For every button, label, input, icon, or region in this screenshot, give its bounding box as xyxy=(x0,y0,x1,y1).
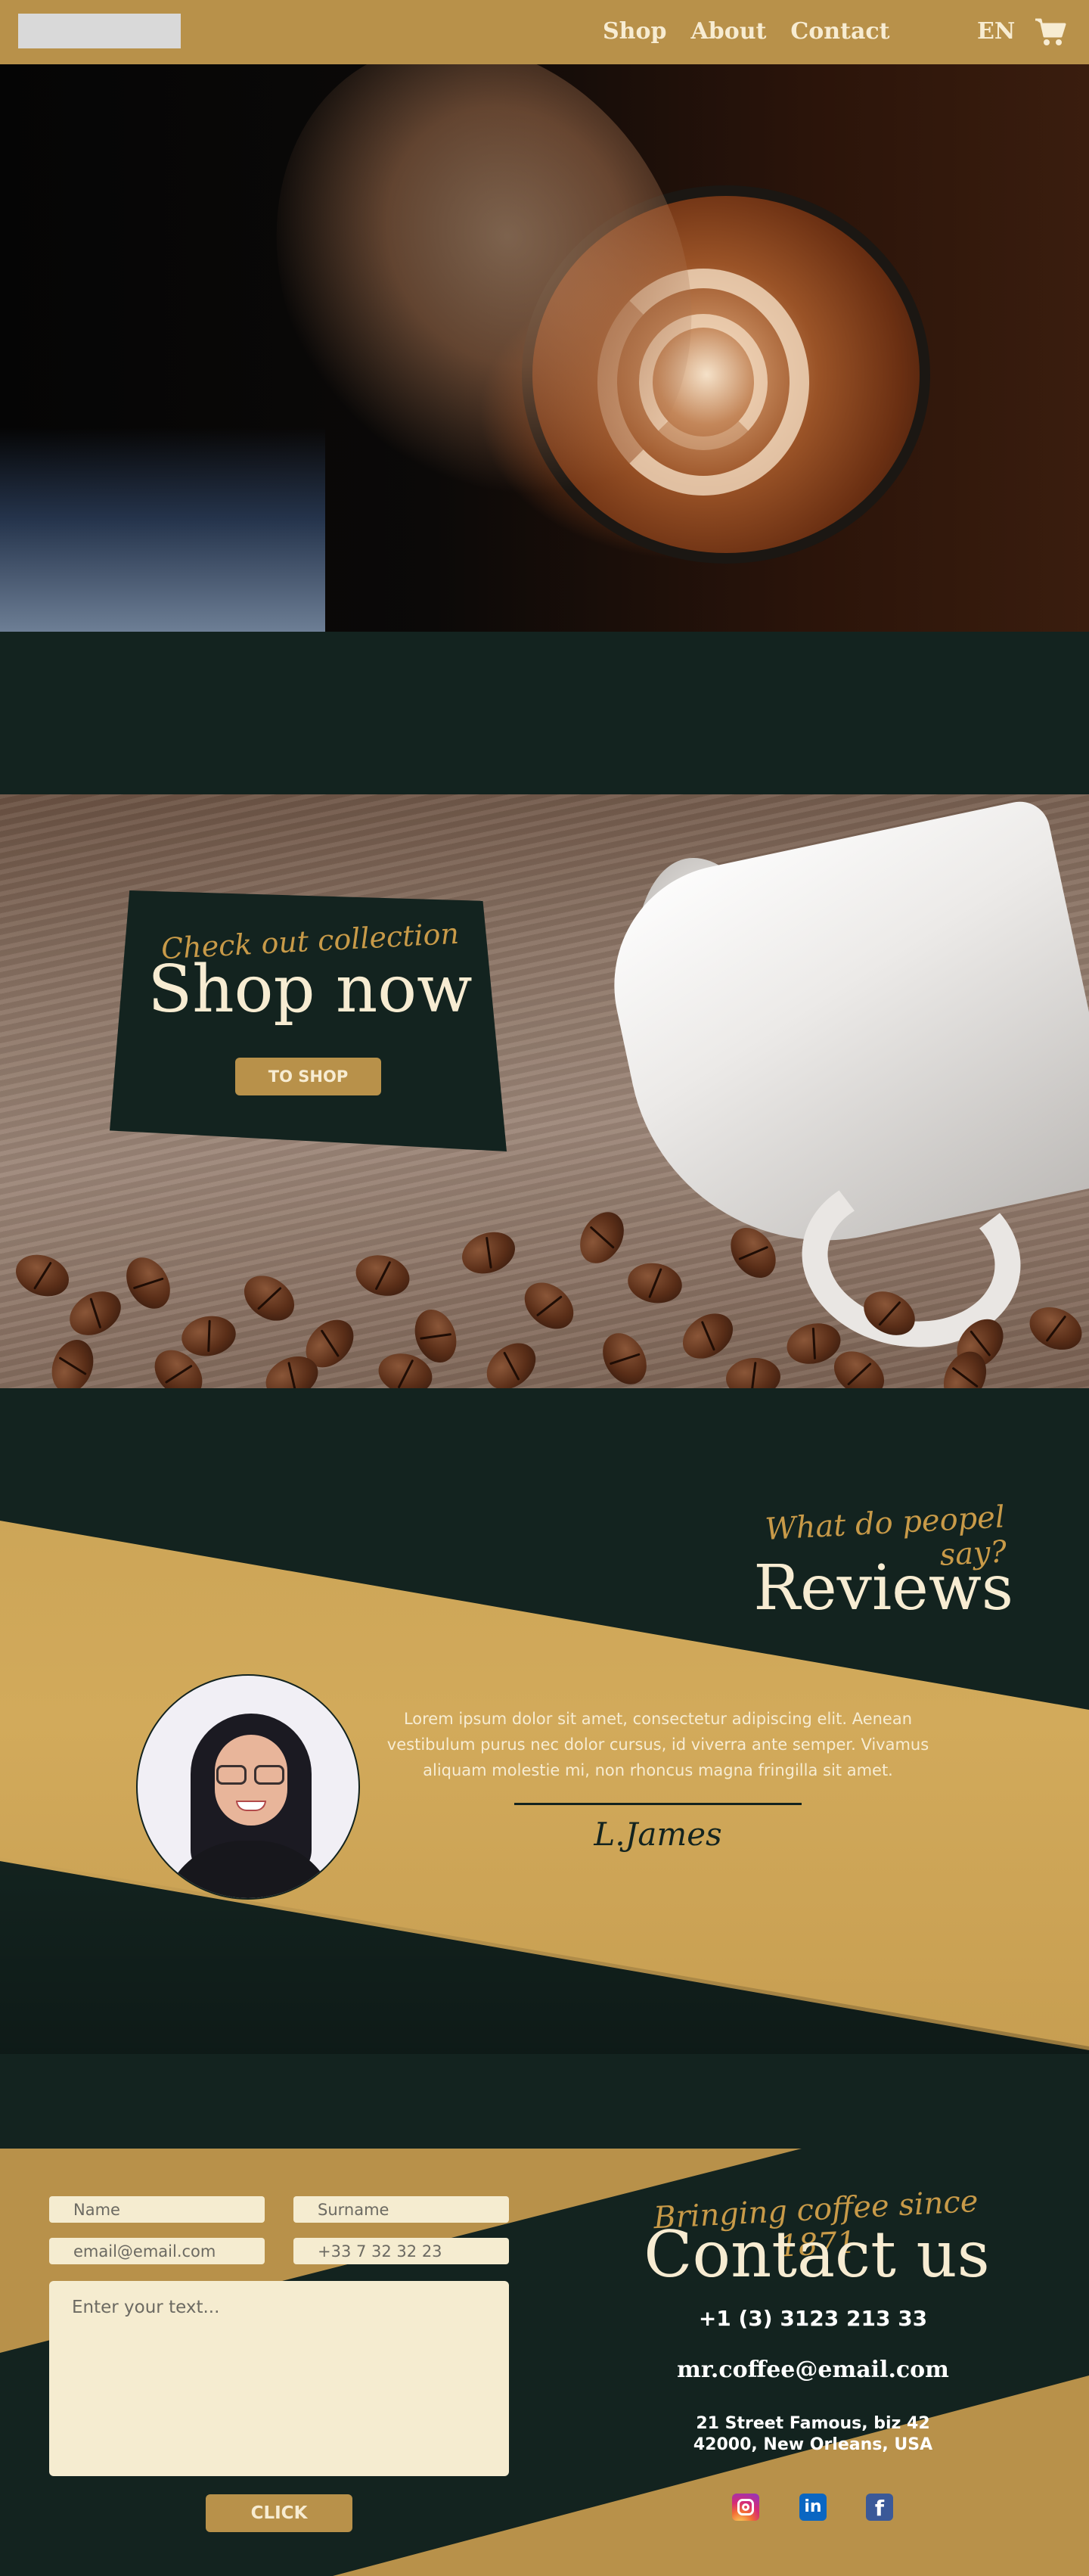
coffee-bean xyxy=(178,1312,239,1360)
coffee-bean xyxy=(571,1204,633,1272)
coffee-bean xyxy=(855,1282,923,1344)
instagram-icon[interactable] xyxy=(732,2494,759,2521)
milk-pitcher-shape xyxy=(0,427,325,632)
main-nav: Shop About Contact xyxy=(603,17,890,47)
contact-email[interactable]: mr.coffee@email.com xyxy=(635,2357,991,2383)
coffee-bean xyxy=(456,1225,521,1281)
nav-shop[interactable]: Shop xyxy=(603,17,666,47)
coffee-bean xyxy=(61,1282,129,1344)
review-author: L.James xyxy=(594,1816,722,1853)
coffee-bean xyxy=(674,1304,742,1368)
reviewer-avatar xyxy=(136,1674,360,1900)
name-input[interactable] xyxy=(49,2196,265,2223)
coffee-bean xyxy=(117,1249,179,1317)
review-divider xyxy=(514,1803,802,1805)
coffee-bean xyxy=(477,1333,545,1388)
cart-icon[interactable] xyxy=(1034,17,1067,47)
contact-title: Contact us xyxy=(644,2217,990,2292)
language-switch[interactable]: EN xyxy=(977,17,1015,47)
coffee-bean xyxy=(1022,1299,1089,1358)
reviews-title: Reviews xyxy=(753,1552,1013,1624)
nav-contact[interactable]: Contact xyxy=(790,17,889,47)
message-textarea[interactable] xyxy=(49,2281,509,2476)
coffee-bean xyxy=(594,1325,656,1388)
avatar-body xyxy=(160,1841,339,1898)
top-navbar: Shop About Contact EN xyxy=(0,0,1089,64)
surname-input[interactable] xyxy=(293,2196,509,2223)
coffee-bean xyxy=(625,1259,685,1307)
phone-input[interactable] xyxy=(293,2238,509,2264)
review-text: Lorem ipsum dolor sit amet, consectetur … xyxy=(386,1710,929,1779)
nav-about[interactable]: About xyxy=(690,17,766,47)
coffee-bean xyxy=(10,1248,75,1304)
coffee-bean xyxy=(515,1272,583,1339)
coffee-bean xyxy=(235,1266,303,1330)
shop-title: Shop now xyxy=(147,952,473,1027)
email-input[interactable] xyxy=(49,2238,265,2264)
logo-placeholder[interactable] xyxy=(18,14,181,48)
avatar-glasses xyxy=(216,1765,286,1786)
hero-latte-image xyxy=(0,64,1089,632)
to-shop-button[interactable]: TO SHOP xyxy=(235,1058,381,1095)
page: Shop About Contact EN Check out collecti… xyxy=(0,0,1089,2576)
linkedin-icon[interactable]: in xyxy=(799,2494,827,2521)
contact-phone[interactable]: +1 (3) 3123 213 33 xyxy=(635,2306,991,2331)
submit-button[interactable]: CLICK xyxy=(206,2494,352,2532)
coffee-bean xyxy=(724,1355,783,1388)
coffee-bean xyxy=(351,1249,414,1302)
coffee-bean xyxy=(45,1334,101,1388)
coffee-bean xyxy=(721,1219,785,1287)
contact-address: 21 Street Famous, biz 42 42000, New Orle… xyxy=(693,2414,933,2454)
facebook-icon[interactable]: f xyxy=(866,2494,893,2521)
